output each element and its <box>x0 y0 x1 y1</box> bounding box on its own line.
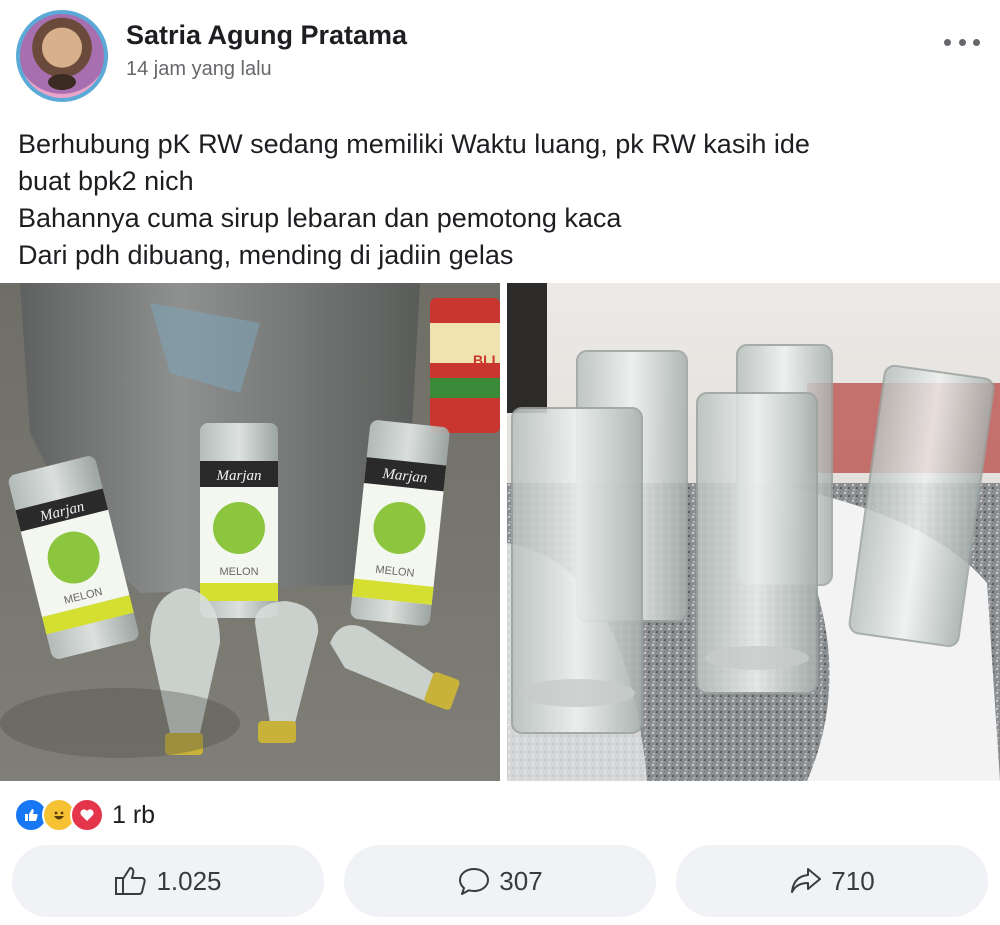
author-name[interactable]: Satria Agung Pratama <box>126 20 407 51</box>
glasses-illustration <box>507 283 1000 781</box>
share-count: 710 <box>831 865 875 896</box>
can-label: BLI <box>473 352 496 368</box>
post-text-line: Berhubung pK RW sedang memiliki Waktu lu… <box>18 129 810 159</box>
post-text: Berhubung pK RW sedang memiliki Waktu lu… <box>18 126 978 274</box>
bottle-label-flavor: MELON <box>219 566 258 578</box>
avatar-image <box>20 14 104 98</box>
share-arrow-icon <box>791 868 822 893</box>
post-card: Satria Agung Pratama 14 jam yang lalu Be… <box>0 0 1000 925</box>
thumbs-up-icon <box>115 867 147 895</box>
love-reaction-icon <box>70 798 104 832</box>
cut-bottles-illustration: BLI Marjan MELON Marjan MELON Marjan MEL… <box>0 283 500 781</box>
share-button[interactable]: 710 <box>676 845 988 917</box>
avatar[interactable] <box>16 10 108 102</box>
like-count: 1.025 <box>156 865 222 896</box>
post-text-line: Bahannya cuma sirup lebaran dan pemotong… <box>18 203 622 233</box>
post-timestamp[interactable]: 14 jam yang lalu <box>126 58 272 81</box>
reactions-summary[interactable]: 1 rb <box>14 797 155 833</box>
comment-count: 307 <box>499 865 543 896</box>
post-actions: 1.025 307 710 <box>12 845 988 917</box>
bottle-label-brand: Marjan <box>216 468 262 484</box>
more-options-icon[interactable] <box>944 34 980 50</box>
photo-glasses[interactable] <box>507 283 1000 781</box>
post-text-line: Dari pdh dibuang, mending di jadiin gela… <box>18 240 514 270</box>
reactions-count: 1 rb <box>112 800 156 829</box>
like-button[interactable]: 1.025 <box>12 845 324 917</box>
post-text-line: buat bpk2 nich <box>18 166 194 196</box>
comment-button[interactable]: 307 <box>344 845 656 917</box>
comment-icon <box>459 868 490 895</box>
photo-cut-bottles[interactable]: BLI Marjan MELON Marjan MELON Marjan MEL… <box>0 283 500 781</box>
